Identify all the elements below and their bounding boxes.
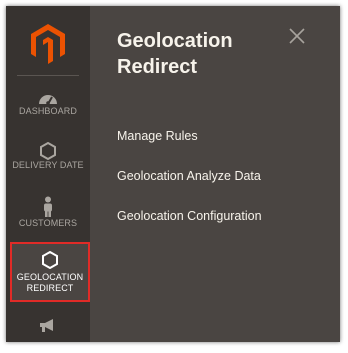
admin-sidebar: DASHBOARD DELIVERY DATE CUSTOMERS GEOLOC… xyxy=(6,6,90,342)
close-icon[interactable] xyxy=(287,26,307,46)
sidebar-item-label-line2: REDIRECT xyxy=(26,283,74,293)
flyout-title: Geolocation Redirect xyxy=(117,28,277,80)
sidebar-item-label: DASHBOARD xyxy=(19,106,77,116)
magento-logo-icon[interactable] xyxy=(31,24,65,64)
megaphone-icon xyxy=(40,319,53,332)
flyout-menu-list: Manage Rules Geolocation Analyze Data Ge… xyxy=(117,128,262,248)
sidebar-item-delivery-date[interactable]: DELIVERY DATE xyxy=(6,142,90,171)
sidebar-item-dashboard[interactable]: DASHBOARD xyxy=(6,90,90,117)
sidebar-item-customers[interactable]: CUSTOMERS xyxy=(6,196,90,229)
menu-item-geolocation-analyze-data[interactable]: Geolocation Analyze Data xyxy=(117,168,262,208)
sidebar-item-label: DELIVERY DATE xyxy=(12,160,84,170)
flyout-title-line1: Geolocation xyxy=(117,30,233,52)
hexagon-icon xyxy=(40,142,56,160)
admin-menu-window: DASHBOARD DELIVERY DATE CUSTOMERS GEOLOC… xyxy=(6,6,340,342)
sidebar-item-label: CUSTOMERS xyxy=(18,218,78,228)
menu-item-manage-rules[interactable]: Manage Rules xyxy=(117,128,262,168)
flyout-title-line2: Redirect xyxy=(117,56,198,78)
hexagon-icon xyxy=(42,251,58,269)
person-icon xyxy=(44,196,52,217)
sidebar-item-label-line1: GEOLOCATION xyxy=(16,272,84,282)
sidebar-item-marketing[interactable] xyxy=(6,318,90,334)
logo-divider xyxy=(17,75,79,76)
menu-item-geolocation-configuration[interactable]: Geolocation Configuration xyxy=(117,208,262,248)
sidebar-item-geolocation-redirect[interactable]: GEOLOCATION REDIRECT xyxy=(10,242,90,302)
flyout-submenu: Geolocation Redirect Manage Rules Geoloc… xyxy=(90,6,340,342)
speedometer-icon xyxy=(39,95,57,105)
